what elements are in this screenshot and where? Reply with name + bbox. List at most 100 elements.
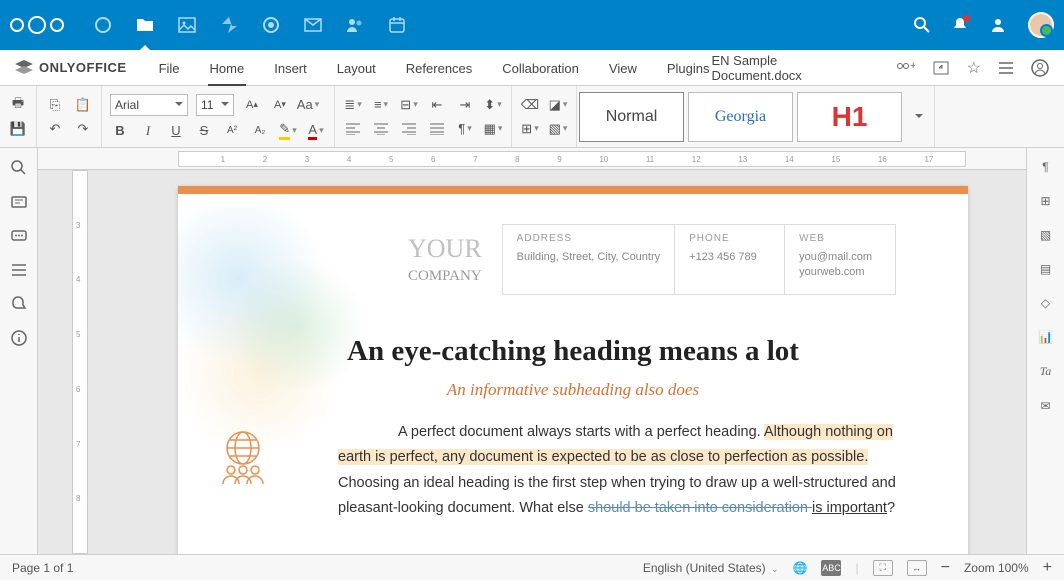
style-more-button[interactable] [904, 111, 934, 122]
redo-icon[interactable]: ↷ [73, 120, 93, 138]
change-case-icon[interactable]: Aa▾ [298, 96, 318, 114]
zoom-out-button[interactable]: − [941, 559, 950, 577]
font-color-button[interactable]: A▾ [306, 122, 326, 140]
contacts-icon[interactable] [346, 16, 364, 34]
increase-font-icon[interactable]: A▴ [242, 96, 262, 114]
mail-icon[interactable] [304, 16, 322, 34]
decrease-indent-button[interactable]: ⇤ [427, 96, 447, 114]
tab-collaboration[interactable]: Collaboration [500, 61, 581, 86]
web-link[interactable]: yourweb [799, 266, 841, 278]
zoom-level[interactable]: Zoom 100% [964, 561, 1029, 575]
superscript-button[interactable]: A² [222, 122, 242, 140]
paragraph-settings-icon[interactable]: ¶ [1042, 160, 1048, 174]
numbering-button[interactable]: ≡▾ [371, 96, 391, 114]
tab-insert[interactable]: Insert [272, 61, 309, 86]
address-header: ADDRESS [517, 233, 660, 244]
avatar[interactable] [1028, 12, 1054, 38]
strikethrough-button[interactable]: S [194, 122, 214, 140]
style-normal[interactable]: Normal [579, 92, 684, 142]
page-indicator[interactable]: Page 1 of 1 [12, 561, 73, 575]
copy-icon[interactable]: ⎘ [45, 96, 65, 114]
multilevel-button[interactable]: ⊟▾ [399, 96, 419, 114]
calendar-icon[interactable] [388, 16, 406, 34]
document-canvas[interactable]: 1234567891011121314151617 345678 YOUR CO… [38, 148, 1026, 554]
brand-label: ONLYOFFICE [39, 60, 127, 75]
subscript-button[interactable]: A₂ [250, 122, 270, 140]
mailmerge-icon[interactable]: ✉ [1040, 399, 1050, 413]
files-icon[interactable] [136, 16, 154, 34]
about-icon[interactable] [11, 330, 27, 346]
align-right-button[interactable] [399, 120, 419, 138]
chart-settings-icon[interactable]: 📊 [1038, 330, 1053, 344]
svg-text:+: + [910, 61, 915, 72]
fit-width-icon[interactable]: ↔ [907, 560, 927, 576]
insert-table-button[interactable]: ⊞▾ [520, 120, 540, 138]
font-size-select[interactable]: 11 [196, 94, 234, 116]
language-select[interactable]: English (United States) ⌄ [643, 561, 779, 575]
table-settings-icon[interactable]: ⊞ [1040, 194, 1050, 208]
shape-settings-icon[interactable]: ◇ [1041, 296, 1050, 310]
line-spacing-button[interactable]: ⬍▾ [483, 96, 503, 114]
favorite-icon[interactable]: ☆ [967, 58, 981, 78]
document-page[interactable]: YOUR COMPANY ADDRESS Building, Street, C… [178, 186, 968, 554]
save-icon[interactable]: 💾 [8, 120, 28, 138]
tab-layout[interactable]: Layout [335, 61, 378, 86]
company-your: YOUR [408, 234, 482, 264]
bullets-button[interactable]: ≣▾ [343, 96, 363, 114]
bold-button[interactable]: B [110, 122, 130, 140]
align-justify-button[interactable] [427, 120, 447, 138]
vertical-ruler[interactable]: 345678 [72, 170, 88, 554]
horizontal-ruler[interactable]: 1234567891011121314151617 [38, 148, 1026, 170]
feedback-icon[interactable] [11, 296, 27, 310]
find-icon[interactable] [11, 160, 27, 176]
clear-style-button[interactable]: ⌫ [520, 96, 540, 114]
highlight-color-button[interactable]: ✎▾ [278, 122, 298, 140]
dashboard-icon[interactable] [94, 16, 112, 34]
zoom-in-button[interactable]: + [1043, 559, 1052, 577]
talk-icon[interactable] [262, 16, 280, 34]
undo-icon[interactable]: ↶ [45, 120, 65, 138]
paste-icon[interactable]: 📋 [73, 96, 93, 114]
tab-plugins[interactable]: Plugins [665, 61, 712, 86]
italic-button[interactable]: I [138, 122, 158, 140]
search-icon[interactable] [914, 17, 930, 33]
increase-indent-button[interactable]: ⇥ [455, 96, 475, 114]
open-location-icon[interactable] [933, 61, 949, 75]
style-serif[interactable]: Georgia [688, 92, 793, 142]
notifications-icon[interactable] [952, 17, 968, 33]
print-icon[interactable]: 🖶 [8, 96, 28, 114]
font-name-select[interactable]: Arial [110, 94, 188, 116]
share-icon[interactable]: + [895, 61, 915, 75]
shading-button[interactable]: ▦▾ [483, 120, 503, 138]
underline-button[interactable]: U [166, 122, 186, 140]
tab-references[interactable]: References [404, 61, 474, 86]
tab-home[interactable]: Home [208, 61, 247, 86]
navigation-icon[interactable] [12, 264, 26, 276]
nonprinting-button[interactable]: ¶▾ [455, 120, 475, 138]
shape-fill-button[interactable]: ◪▾ [548, 96, 568, 114]
decorative-hexagons [178, 206, 378, 446]
account-icon[interactable] [1031, 59, 1049, 77]
align-center-button[interactable] [371, 120, 391, 138]
chat-icon[interactable] [11, 230, 27, 244]
menubar: ONLYOFFICE File Home Insert Layout Refer… [0, 50, 1064, 86]
tab-file[interactable]: File [157, 61, 182, 86]
comments-icon[interactable] [11, 196, 27, 210]
onlyoffice-brand: ONLYOFFICE [15, 60, 127, 76]
style-h1[interactable]: H1 [797, 92, 902, 142]
header-footer-icon[interactable]: ▤ [1040, 262, 1051, 276]
tab-view[interactable]: View [607, 61, 639, 86]
more-icon[interactable] [999, 62, 1013, 74]
nextcloud-logo[interactable] [10, 16, 64, 34]
user-icon[interactable] [990, 17, 1006, 33]
textart-settings-icon[interactable]: Ta [1040, 364, 1052, 379]
align-left-button[interactable] [343, 120, 363, 138]
image-settings-icon[interactable]: ▧ [1040, 228, 1051, 242]
spellcheck-icon[interactable]: 🌐 [793, 561, 808, 575]
insert-image-button[interactable]: ▧▾ [548, 120, 568, 138]
decrease-font-icon[interactable]: A▾ [270, 96, 290, 114]
fit-page-icon[interactable]: ⛶ [873, 560, 893, 576]
activity-icon[interactable] [220, 16, 238, 34]
photos-icon[interactable] [178, 16, 196, 34]
track-changes-icon[interactable]: ABC [821, 560, 841, 576]
